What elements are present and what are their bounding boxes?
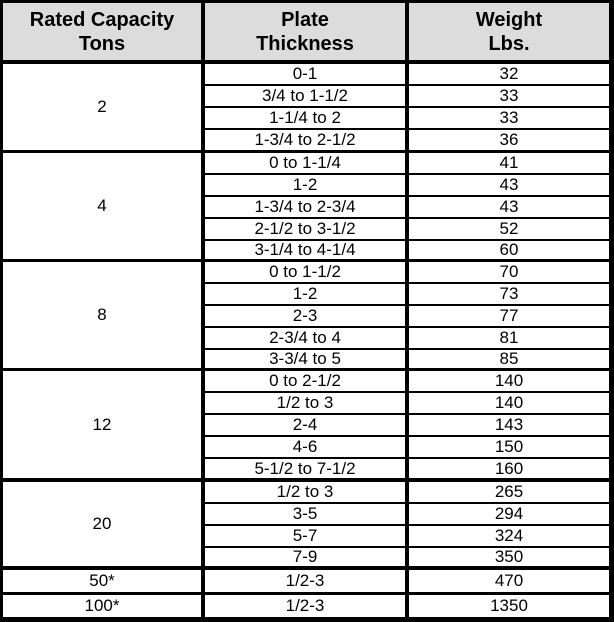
thickness-cell: 1/2-3: [205, 570, 405, 592]
thickness-cell: 3-5: [205, 504, 405, 524]
thickness-cell: 1/2 to 3: [205, 482, 405, 502]
weight-cell: 350: [409, 548, 609, 566]
capacity-cell: 4: [3, 153, 201, 259]
thickness-cell: 3-3/4 to 5: [205, 350, 405, 368]
thickness-cell: 2-1/2 to 3-1/2: [205, 219, 405, 239]
weight-cell: 43: [409, 175, 609, 195]
thickness-cell: 0 to 2-1/2: [205, 371, 405, 391]
thickness-cell: 4-6: [205, 437, 405, 457]
thickness-cell: 3-1/4 to 4-1/4: [205, 241, 405, 259]
capacity-cell: 12: [3, 371, 201, 478]
weight-cell: 140: [409, 393, 609, 413]
thickness-cell: 1-2: [205, 284, 405, 304]
weight-cell: 43: [409, 197, 609, 217]
header-rated-capacity: Rated Capacity Tons: [3, 3, 201, 60]
thickness-cell: 2-3: [205, 306, 405, 326]
capacity-cell: 50*: [3, 570, 201, 592]
thickness-cell: 2-3/4 to 4: [205, 328, 405, 348]
thickness-cell: 1-2: [205, 175, 405, 195]
capacity-cell: 20: [3, 482, 201, 566]
weight-cell: 60: [409, 241, 609, 259]
thickness-cell: 3/4 to 1-1/2: [205, 86, 405, 106]
weight-cell: 73: [409, 284, 609, 304]
thickness-cell: 1/2-3: [205, 595, 405, 617]
thickness-cell: 0-1: [205, 64, 405, 84]
header-line: Rated Capacity: [29, 8, 175, 31]
thickness-cell: 1/2 to 3: [205, 393, 405, 413]
thickness-cell: 0 to 1-1/4: [205, 153, 405, 173]
weight-cell: 160: [409, 459, 609, 478]
weight-cell: 140: [409, 371, 609, 391]
weight-cell: 85: [409, 350, 609, 368]
thickness-cell: 2-4: [205, 415, 405, 435]
header-plate-thickness: Plate Thickness: [205, 3, 405, 60]
capacity-cell: 8: [3, 262, 201, 368]
header-line: Tons: [78, 32, 126, 55]
thickness-cell: 1-1/4 to 2: [205, 108, 405, 128]
weight-cell: 81: [409, 328, 609, 348]
weight-cell: 265: [409, 482, 609, 502]
capacity-cell: 100*: [3, 595, 201, 617]
thickness-cell: 5-1/2 to 7-1/2: [205, 459, 405, 478]
weight-cell: 1350: [409, 595, 609, 617]
weight-cell: 470: [409, 570, 609, 592]
weight-cell: 77: [409, 306, 609, 326]
weight-cell: 143: [409, 415, 609, 435]
weight-cell: 52: [409, 219, 609, 239]
weight-cell: 294: [409, 504, 609, 524]
weight-cell: 36: [409, 130, 609, 150]
thickness-cell: 1-3/4 to 2-1/2: [205, 130, 405, 150]
thickness-cell: 0 to 1-1/2: [205, 262, 405, 282]
header-line: Lbs.: [488, 32, 530, 55]
header-line: Plate: [281, 8, 329, 31]
weight-cell: 150: [409, 437, 609, 457]
weight-cell: 33: [409, 108, 609, 128]
header-line: Weight: [475, 8, 543, 31]
capacity-cell: 2: [3, 64, 201, 150]
rated-capacity-table: Rated Capacity Tons Plate Thickness Weig…: [0, 0, 614, 622]
weight-cell: 33: [409, 86, 609, 106]
weight-cell: 41: [409, 153, 609, 173]
weight-cell: 70: [409, 262, 609, 282]
thickness-cell: 7-9: [205, 548, 405, 566]
weight-cell: 32: [409, 64, 609, 84]
thickness-cell: 5-7: [205, 526, 405, 546]
weight-cell: 324: [409, 526, 609, 546]
thickness-cell: 1-3/4 to 2-3/4: [205, 197, 405, 217]
header-weight: Weight Lbs.: [409, 3, 609, 60]
header-line: Thickness: [256, 32, 354, 55]
